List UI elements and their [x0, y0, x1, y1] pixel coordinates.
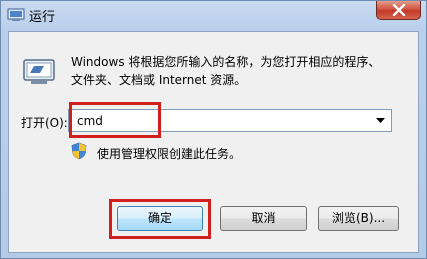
command-input[interactable] — [69, 110, 377, 131]
dialog-body: Windows 将根据您所输入的名称，为您打开相应的程序、 文件夹、文档或 In… — [8, 31, 419, 253]
description-line-2: 文件夹、文档或 Internet 资源。 — [71, 73, 247, 87]
close-icon — [392, 4, 406, 16]
chevron-down-icon — [376, 118, 385, 123]
run-dialog-window: 运行 Windows 将根据您所输入的名称，为您打开相应的程序、 文件夹、文档或… — [0, 0, 427, 259]
cancel-button[interactable]: 取消 — [220, 206, 307, 231]
run-app-icon — [7, 8, 25, 21]
ok-button[interactable]: 确定 — [117, 206, 203, 231]
open-label: 打开(O): — [21, 116, 68, 130]
run-icon — [23, 59, 55, 84]
command-combobox[interactable] — [68, 109, 392, 132]
combobox-dropdown-button[interactable] — [371, 110, 391, 131]
browse-button[interactable]: 浏览(B)... — [318, 206, 399, 231]
close-button[interactable] — [376, 1, 421, 20]
uac-shield-icon — [71, 142, 87, 160]
dialog-description: Windows 将根据您所输入的名称，为您打开相应的程序、 文件夹、文档或 In… — [71, 53, 411, 89]
window-title: 运行 — [29, 10, 56, 25]
title-bar[interactable]: 运行 — [1, 1, 426, 31]
description-line-1: Windows 将根据您所输入的名称，为您打开相应的程序、 — [71, 55, 381, 69]
admin-privileges-note: 使用管理权限创建此任务。 — [97, 147, 242, 161]
